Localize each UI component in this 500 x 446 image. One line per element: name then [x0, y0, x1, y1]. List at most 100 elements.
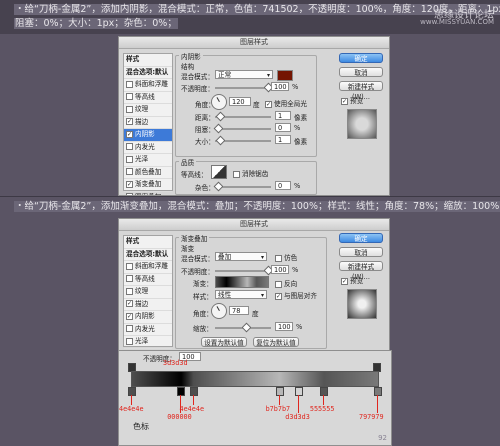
- dither-checkbox[interactable]: 仿色: [275, 252, 297, 262]
- sidebar-item[interactable]: 样式: [124, 54, 172, 67]
- color-stop[interactable]: [189, 387, 198, 396]
- sidebar-item[interactable]: 混合选项:默认: [124, 67, 172, 79]
- sidebar-item[interactable]: 斜面和浮雕: [124, 79, 172, 92]
- color-stop[interactable]: [128, 387, 136, 396]
- checkbox-icon[interactable]: [126, 93, 133, 100]
- preview-checkbox[interactable]: 预览: [341, 95, 363, 105]
- reverse-checkbox[interactable]: 反向: [275, 278, 297, 288]
- blend-mode-select[interactable]: 叠加: [215, 252, 267, 262]
- sidebar-item[interactable]: 内阴影: [124, 311, 172, 324]
- set-default-button[interactable]: 设置为默认值: [201, 337, 247, 347]
- opacity-label: 不透明度：: [181, 268, 214, 276]
- checkbox-icon[interactable]: [126, 275, 133, 282]
- align-layer-checkbox[interactable]: 与图层对齐: [275, 290, 317, 300]
- sidebar-item[interactable]: 内发光: [124, 142, 172, 154]
- checkbox-icon[interactable]: [126, 105, 133, 113]
- instruction-line-1: ・给“刀柄-金属2”，添加内阴影，混合模式：正常，色值：741502，不透明度：…: [14, 3, 500, 16]
- angle-input[interactable]: 120: [229, 97, 251, 106]
- distance-slider[interactable]: [215, 111, 271, 122]
- checkbox-icon: [341, 97, 348, 105]
- sidebar-item[interactable]: 斜面和浮雕: [124, 261, 172, 274]
- contour-preview-icon[interactable]: [211, 165, 227, 179]
- style-label: 样式：: [193, 293, 213, 301]
- opacity-slider[interactable]: [215, 82, 274, 93]
- choke-slider[interactable]: [213, 123, 271, 134]
- sidebar-item[interactable]: 混合选项:默认: [124, 249, 172, 261]
- checkbox-icon[interactable]: [126, 287, 133, 295]
- size-slider[interactable]: [215, 135, 271, 146]
- checkbox-icon[interactable]: [126, 155, 133, 163]
- checkbox-icon[interactable]: [126, 337, 133, 345]
- color-stop-label: 000000: [167, 413, 192, 421]
- checkbox-icon[interactable]: [126, 300, 133, 307]
- noise-label: 杂色：: [195, 184, 215, 192]
- color-stop[interactable]: [295, 387, 304, 396]
- sidebar-item[interactable]: 等高线: [124, 92, 172, 104]
- opacity-input[interactable]: 100: [271, 82, 289, 91]
- checkbox-icon[interactable]: [126, 130, 133, 138]
- checkbox-icon[interactable]: [126, 325, 133, 332]
- style-select[interactable]: 线性: [215, 290, 267, 300]
- opacity-input[interactable]: 100: [271, 265, 289, 274]
- sidebar-item[interactable]: 渐变叠加: [124, 179, 172, 192]
- reset-default-button[interactable]: 复位为默认值: [253, 337, 299, 347]
- page-number: 92: [378, 434, 387, 442]
- distance-input[interactable]: 1: [275, 111, 291, 120]
- color-stop[interactable]: [374, 387, 382, 396]
- scale-slider[interactable]: [215, 322, 271, 333]
- sidebar-item[interactable]: 内阴影: [124, 129, 172, 142]
- dialog-title: 图层样式: [119, 37, 389, 49]
- angle-dial[interactable]: [211, 303, 227, 319]
- angle-dial[interactable]: [211, 94, 227, 110]
- gradient-preview[interactable]: [215, 276, 269, 288]
- sidebar-item[interactable]: 光泽: [124, 154, 172, 167]
- ok-button[interactable]: 确定: [339, 233, 383, 243]
- opacity-slider[interactable]: [215, 265, 274, 276]
- sidebar-item[interactable]: 样式: [124, 236, 172, 249]
- color-stop[interactable]: [177, 387, 186, 396]
- gradient-bar[interactable]: [131, 371, 379, 387]
- stop-annotation-top: 3d3d3d: [163, 359, 188, 367]
- preview-checkbox[interactable]: 预览: [341, 275, 363, 285]
- cancel-button[interactable]: 取消: [339, 247, 383, 257]
- new-style-button[interactable]: 新建样式(W)...: [339, 81, 383, 101]
- scale-input[interactable]: 100: [275, 322, 293, 331]
- sidebar-item[interactable]: 描边: [124, 299, 172, 311]
- color-stop[interactable]: [275, 387, 284, 396]
- separator: [0, 196, 500, 197]
- size-input[interactable]: 1: [275, 135, 291, 144]
- sidebar-item[interactable]: 内发光: [124, 324, 172, 336]
- dialog-title: 图层样式: [119, 219, 389, 231]
- sidebar-item[interactable]: 颜色叠加: [124, 167, 172, 179]
- new-style-button[interactable]: 新建样式(W)...: [339, 261, 383, 281]
- checkbox-icon[interactable]: [126, 312, 133, 320]
- sidebar-item[interactable]: 等高线: [124, 274, 172, 286]
- layer-style-dialog-gradient-overlay: 图层样式 样式混合选项:默认斜面和浮雕等高线纹理描边内阴影内发光光泽颜色叠加渐变…: [118, 218, 390, 352]
- color-stop-label: 555555: [309, 405, 335, 413]
- choke-label: 阻塞：: [195, 126, 215, 134]
- blend-mode-select[interactable]: 正常: [215, 70, 273, 80]
- sidebar-item[interactable]: 纹理: [124, 104, 172, 117]
- angle-input[interactable]: 78: [229, 306, 249, 315]
- shadow-color-swatch[interactable]: [277, 70, 293, 81]
- checkbox-icon[interactable]: [126, 168, 133, 175]
- sidebar-item[interactable]: 描边: [124, 117, 172, 129]
- global-light-checkbox[interactable]: 使用全局光: [265, 98, 307, 108]
- ok-button[interactable]: 确定: [339, 53, 383, 63]
- antialias-checkbox[interactable]: 消除锯齿: [233, 168, 268, 178]
- checkbox-icon[interactable]: [126, 118, 133, 125]
- checkbox-icon[interactable]: [126, 143, 133, 150]
- noise-slider[interactable]: [213, 181, 271, 192]
- checkbox-icon[interactable]: [126, 180, 133, 188]
- sidebar-item[interactable]: 纹理: [124, 286, 172, 299]
- checkbox-icon[interactable]: [126, 262, 133, 270]
- color-stop-label: d3d3d3: [285, 413, 310, 421]
- pct-unit: %: [294, 124, 301, 132]
- cancel-button[interactable]: 取消: [339, 67, 383, 77]
- checkbox-icon[interactable]: [126, 80, 133, 88]
- color-stop[interactable]: [319, 387, 328, 396]
- blend-mode-label: 混合模式：: [181, 255, 214, 263]
- noise-input[interactable]: 0: [275, 181, 291, 190]
- choke-input[interactable]: 0: [275, 123, 291, 132]
- sidebar-item[interactable]: 光泽: [124, 336, 172, 349]
